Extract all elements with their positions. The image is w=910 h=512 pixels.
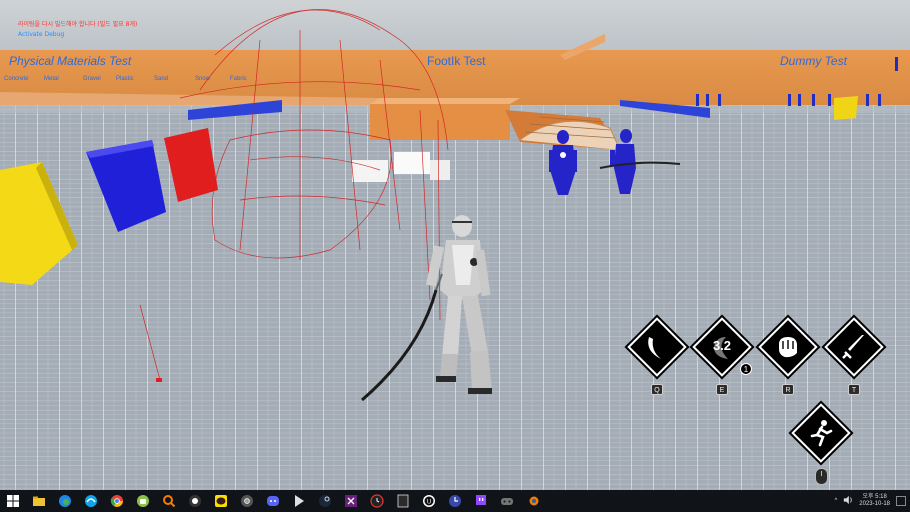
mouse-icon xyxy=(815,468,828,485)
skill-q-slot[interactable] xyxy=(627,317,687,377)
material-label-snow: Snow xyxy=(195,76,211,82)
skill-t-key: T xyxy=(848,384,860,395)
material-label-gravel: Gravel xyxy=(83,76,101,82)
controller-icon[interactable] xyxy=(499,493,515,509)
chrome-dev-icon[interactable] xyxy=(239,493,255,509)
orange-platform xyxy=(370,104,510,140)
skill-e-key: E xyxy=(716,384,728,395)
skill-e-stack-count: 1 xyxy=(740,363,752,375)
clock-time: 오후 5:18 xyxy=(862,494,887,500)
blender-icon[interactable] xyxy=(525,493,541,509)
joystick-icon[interactable] xyxy=(187,493,203,509)
crescent-slash-icon xyxy=(648,337,661,359)
kakaotalk-icon[interactable] xyxy=(213,493,229,509)
taskbar-clock[interactable]: 오후 5:18 2023-10-18 xyxy=(859,494,890,508)
fist-icon xyxy=(779,337,797,358)
dash-skill-slot[interactable] xyxy=(791,403,851,463)
dummy-test-sign: Dummy Test xyxy=(780,54,847,68)
skill-r-key: R xyxy=(782,384,794,395)
hand-icon[interactable] xyxy=(161,493,177,509)
sword-icon xyxy=(842,335,864,359)
material-label-plastic: Plastic xyxy=(116,76,134,82)
folder-icon[interactable] xyxy=(31,493,47,509)
activate-debug-message: Activate Debug xyxy=(18,31,65,38)
notification-icon[interactable] xyxy=(896,496,906,506)
svg-text:U: U xyxy=(427,500,431,506)
material-label-sand: Sand xyxy=(154,76,169,82)
skill-e-cooldown: 3.2 xyxy=(712,338,732,353)
epic-icon[interactable] xyxy=(395,493,411,509)
edge-icon[interactable] xyxy=(57,493,73,509)
windows-start-icon[interactable] xyxy=(5,493,21,509)
footik-sign: FootIk Test xyxy=(427,54,486,68)
discord-icon[interactable] xyxy=(265,493,281,509)
material-label-metal: Metal xyxy=(44,76,59,82)
material-label-concrete: Concrete xyxy=(4,76,29,82)
lighting-rebuild-message: 라이팅을 다시 빌드해야 합니다 (빌드 필요 8개) xyxy=(18,21,138,28)
skill-r-slot[interactable] xyxy=(758,317,818,377)
material-label-fabric: Fabric xyxy=(230,76,247,82)
game-scene xyxy=(0,0,910,490)
rewind-icon[interactable] xyxy=(369,493,385,509)
edge-alt-icon[interactable] xyxy=(83,493,99,509)
game-viewport[interactable]: 라이팅을 다시 빌드해야 합니다 (빌드 필요 8개) Activate Deb… xyxy=(0,0,910,490)
clock-icon[interactable] xyxy=(447,493,463,509)
physical-materials-sign: Physical Materials Test xyxy=(9,54,132,68)
running-man-icon xyxy=(810,420,833,447)
play-store-icon[interactable] xyxy=(291,493,307,509)
skill-q-key: Q xyxy=(651,384,663,395)
android-icon[interactable] xyxy=(135,493,151,509)
unreal-icon[interactable]: U xyxy=(421,493,437,509)
windows-taskbar: U ^ 오후 5:18 2023-10-18 xyxy=(0,490,910,512)
skill-t-slot[interactable] xyxy=(824,317,884,377)
chrome-icon[interactable] xyxy=(109,493,125,509)
volume-icon[interactable] xyxy=(843,495,853,507)
steam-icon[interactable] xyxy=(317,493,333,509)
tray-overflow-chevron[interactable]: ^ xyxy=(834,498,837,504)
system-tray: ^ 오후 5:18 2023-10-18 xyxy=(834,490,906,512)
clock-date: 2023-10-18 xyxy=(859,501,890,507)
twitch-icon[interactable] xyxy=(473,493,489,509)
visual-studio-icon[interactable] xyxy=(343,493,359,509)
